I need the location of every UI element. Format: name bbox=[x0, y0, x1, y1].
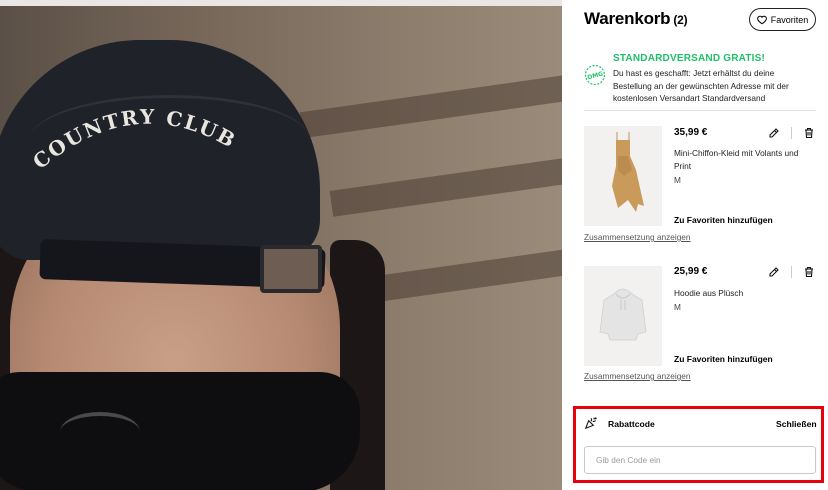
composition-link[interactable]: Zusammensetzung anzeigen bbox=[584, 232, 691, 242]
promo-code-label: Rabattcode bbox=[608, 419, 655, 429]
background-stripe bbox=[329, 149, 562, 217]
omg-stamp-icon: OMG bbox=[584, 64, 606, 86]
product-image-dress[interactable] bbox=[584, 126, 662, 226]
favorites-button-label: Favoriten bbox=[770, 14, 809, 25]
shipping-text: Du hast es geschafft: Jetzt erhältst du … bbox=[613, 68, 789, 103]
item-price: 25,99 € bbox=[674, 266, 708, 277]
heart-icon bbox=[756, 15, 767, 24]
cart-count: (2) bbox=[673, 13, 688, 27]
hero-image: COUNTRY CLUB bbox=[0, 0, 562, 490]
favorites-button[interactable]: Favoriten bbox=[749, 8, 816, 31]
composition-link[interactable]: Zusammensetzung anzeigen bbox=[584, 371, 691, 381]
hero-top-bar bbox=[0, 0, 562, 6]
edit-icon[interactable] bbox=[768, 266, 780, 278]
item-name[interactable]: Hoodie aus Plüsch bbox=[674, 287, 814, 300]
item-size: M bbox=[674, 302, 681, 312]
cap-logo-text: COUNTRY CLUB bbox=[30, 105, 239, 174]
item-size: M bbox=[674, 175, 681, 185]
trash-icon[interactable] bbox=[803, 266, 815, 278]
trash-icon[interactable] bbox=[803, 127, 815, 139]
svg-text:COUNTRY CLUB: COUNTRY CLUB bbox=[30, 105, 241, 174]
add-to-favorites-link[interactable]: Zu Favoriten hinzufügen bbox=[674, 354, 773, 364]
dress-illustration bbox=[612, 132, 644, 212]
party-popper-icon bbox=[584, 417, 597, 430]
item-name[interactable]: Mini-Chiffon-Kleid mit Volants und Print bbox=[674, 147, 814, 172]
sunglasses bbox=[0, 372, 360, 490]
cap-logo: COUNTRY CLUB bbox=[30, 105, 241, 174]
cart-title: Warenkorb (2) bbox=[584, 9, 688, 29]
svg-text:OMG: OMG bbox=[587, 70, 604, 81]
hoodie-illustration bbox=[599, 288, 647, 341]
promo-code-input[interactable] bbox=[584, 446, 816, 474]
icon-separator bbox=[791, 266, 792, 278]
icon-separator bbox=[791, 127, 792, 139]
promo-close-button[interactable]: Schließen bbox=[776, 419, 817, 429]
background-stripe bbox=[299, 67, 562, 139]
divider bbox=[584, 110, 816, 111]
item-price: 35,99 € bbox=[674, 127, 708, 138]
lens-glare bbox=[60, 412, 140, 452]
cap-buckle bbox=[260, 245, 322, 293]
cart-title-text: Warenkorb bbox=[584, 9, 671, 28]
edit-icon[interactable] bbox=[768, 127, 780, 139]
product-image-hoodie[interactable] bbox=[584, 266, 662, 366]
add-to-favorites-link[interactable]: Zu Favoriten hinzufügen bbox=[674, 215, 773, 225]
background-stripe bbox=[359, 242, 562, 304]
shipping-title: STANDARDVERSAND GRATIS! bbox=[613, 53, 766, 64]
